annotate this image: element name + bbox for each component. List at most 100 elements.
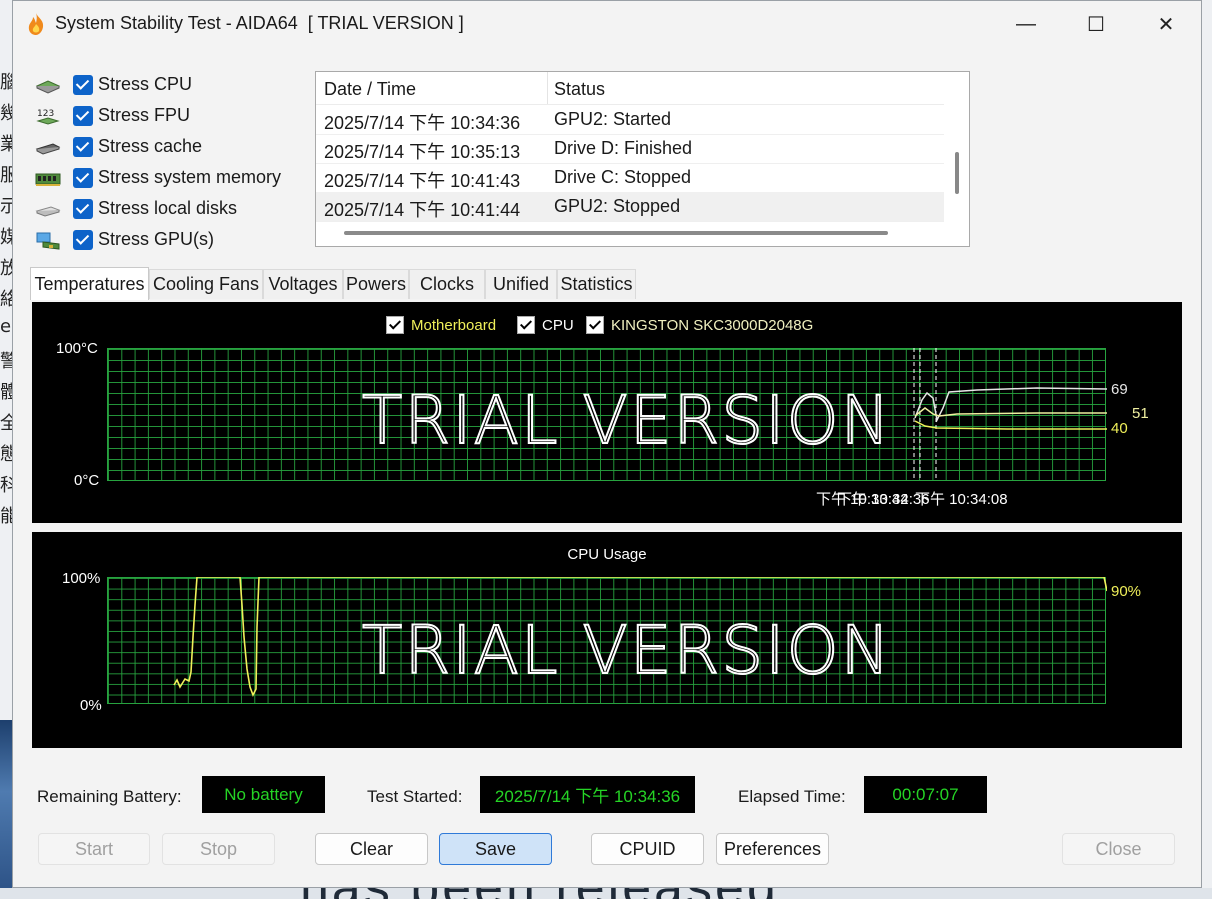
desktop-glyph: 絡 xyxy=(0,289,12,310)
desktop-glyph: 科 xyxy=(0,475,12,496)
log-vertical-scrollbar[interactable] xyxy=(955,152,959,194)
tab-temperatures[interactable]: Temperatures xyxy=(30,267,149,300)
desktop-background-text: has been released xyxy=(300,888,779,899)
stress-gpu-checkbox[interactable] xyxy=(73,230,93,250)
minimize-button[interactable]: — xyxy=(991,1,1061,47)
clear-button[interactable]: Clear xyxy=(315,833,428,865)
ssd-temp-value: 51 xyxy=(1132,405,1149,422)
window-title: System Stability Test - AIDA64 [ TRIAL V… xyxy=(55,13,464,33)
stress-cache-checkbox[interactable] xyxy=(73,137,93,157)
log-row-selected[interactable]: 2025/7/14 下午 10:41:44 GPU2: Stopped xyxy=(316,192,944,222)
desktop-right-strip xyxy=(1202,0,1212,899)
log-header-datetime[interactable]: Date / Time xyxy=(324,79,416,100)
log-row-time: 2025/7/14 下午 10:34:36 xyxy=(324,113,521,133)
svg-text:123: 123 xyxy=(37,109,54,119)
trial-watermark: TRIAL VERSION xyxy=(361,381,892,460)
legend-cpu[interactable]: CPU xyxy=(517,316,574,334)
stress-cache-label: Stress cache xyxy=(98,136,203,156)
stress-options-list: Stress CPU 123 Stress FPU Stress cache S… xyxy=(35,71,305,257)
elapsed-time-label: Elapsed Time: xyxy=(738,787,846,806)
close-window-button[interactable]: ✕ xyxy=(1131,1,1201,47)
desktop-glyph: 服 xyxy=(0,165,12,186)
cache-icon xyxy=(35,143,61,155)
tab-cooling-fans[interactable]: Cooling Fans xyxy=(149,269,263,299)
start-button[interactable]: Start xyxy=(38,833,150,865)
time-label: 下午 10:34:08 xyxy=(915,491,1008,508)
stress-gpu-option[interactable]: Stress GPU(s) xyxy=(35,226,305,257)
stress-cpu-checkbox[interactable] xyxy=(73,75,93,95)
tab-voltages[interactable]: Voltages xyxy=(263,269,343,299)
aida64-flame-icon xyxy=(28,13,44,35)
legend-kingston-label: KINGSTON SKC3000D2048G xyxy=(611,316,814,334)
fpu-icon: 123 xyxy=(36,109,60,125)
log-header-status[interactable]: Status xyxy=(554,79,605,100)
disk-icon xyxy=(35,206,61,217)
stop-button[interactable]: Stop xyxy=(162,833,275,865)
temp-y-max-label: 100°C xyxy=(56,340,98,357)
desktop-glyph: 全 xyxy=(0,413,12,434)
desktop-glyph: 腦 xyxy=(0,72,12,93)
stress-cpu-label: Stress CPU xyxy=(98,74,193,94)
cpu-usage-graph: CPU Usage 100% 0% TRIAL VERSION 90% xyxy=(32,532,1182,748)
tab-unified[interactable]: Unified xyxy=(485,269,557,299)
ssd-temp-line xyxy=(914,407,1107,417)
maximize-button[interactable]: ☐ xyxy=(1061,1,1131,47)
battery-value: No battery xyxy=(202,776,325,813)
log-row[interactable]: 2025/7/14 下午 10:35:13 Drive D: Finished xyxy=(316,134,944,164)
test-started-value: 2025/7/14 下午 10:34:36 xyxy=(480,776,695,813)
battery-label: Remaining Battery: xyxy=(37,787,182,806)
log-row-status: GPU2: Started xyxy=(554,109,672,129)
desktop-glyph: 態 xyxy=(0,444,12,465)
tab-powers[interactable]: Powers xyxy=(343,269,409,299)
stability-test-window: System Stability Test - AIDA64 [ TRIAL V… xyxy=(12,0,1202,888)
stress-gpu-label: Stress GPU(s) xyxy=(98,229,215,249)
event-log-table[interactable]: Date / Time Status 2025/7/14 下午 10:34:36… xyxy=(315,71,970,247)
stress-memory-checkbox[interactable] xyxy=(73,168,93,188)
stress-disks-option[interactable]: Stress local disks xyxy=(35,195,305,226)
cpu-y-min-label: 0% xyxy=(80,697,102,714)
desktop-glyph: 放 xyxy=(0,258,12,279)
stress-cache-option[interactable]: Stress cache xyxy=(35,133,305,164)
desktop-glyph: 幾 xyxy=(0,103,12,124)
log-horizontal-scrollbar[interactable] xyxy=(344,231,888,235)
legend-cpu-checkbox[interactable] xyxy=(517,316,535,334)
log-row[interactable]: 2025/7/14 下午 10:34:36 GPU2: Started xyxy=(316,105,944,135)
tab-statistics[interactable]: Statistics xyxy=(557,269,636,299)
tab-clocks[interactable]: Clocks xyxy=(409,269,485,299)
stress-fpu-checkbox[interactable] xyxy=(73,106,93,126)
legend-motherboard[interactable]: Motherboard xyxy=(386,316,496,334)
cpuid-button[interactable]: CPUID xyxy=(591,833,704,865)
cpu-chip-icon xyxy=(35,80,61,94)
save-button[interactable]: Save xyxy=(439,833,552,865)
log-row-time: 2025/7/14 下午 10:35:13 xyxy=(324,142,521,162)
desktop-glyph: 警 xyxy=(0,351,12,372)
memory-icon xyxy=(35,173,61,186)
elapsed-time-value: 00:07:07 xyxy=(864,776,987,813)
motherboard-temp-value: 40 xyxy=(1111,420,1128,437)
log-row-status: GPU2: Stopped xyxy=(554,196,681,216)
log-column-divider[interactable] xyxy=(547,72,548,104)
cpu-usage-value: 90% xyxy=(1111,583,1142,600)
stress-cpu-option[interactable]: Stress CPU xyxy=(35,71,305,102)
cpu-temp-value: 69 xyxy=(1111,381,1128,398)
stress-disks-label: Stress local disks xyxy=(98,198,238,218)
close-button[interactable]: Close xyxy=(1062,833,1175,865)
temperature-graph: Motherboard CPU KINGSTON SKC3000D2048G 1… xyxy=(32,302,1182,523)
stress-disks-checkbox[interactable] xyxy=(73,199,93,219)
stress-fpu-option[interactable]: 123 Stress FPU xyxy=(35,102,305,133)
desktop-bottom-strip: has been released xyxy=(0,888,1212,899)
desktop-left-text: 腦 幾 業 服 示 媒 放 絡 ec 警 體 全 態 科 能 xyxy=(0,68,12,533)
legend-motherboard-label: Motherboard xyxy=(411,316,497,334)
title-bar[interactable]: System Stability Test - AIDA64 [ TRIAL V… xyxy=(13,1,1201,47)
log-row[interactable]: 2025/7/14 下午 10:41:43 Drive C: Stopped xyxy=(316,163,944,193)
log-row-time: 2025/7/14 下午 10:41:44 xyxy=(324,200,521,220)
desktop-glyph: ec xyxy=(0,316,12,337)
legend-motherboard-checkbox[interactable] xyxy=(386,316,404,334)
legend-kingston-ssd[interactable]: KINGSTON SKC3000D2048G xyxy=(586,316,813,334)
stress-memory-option[interactable]: Stress system memory xyxy=(35,164,305,195)
stress-fpu-label: Stress FPU xyxy=(98,105,191,125)
temp-y-min-label: 0°C xyxy=(74,472,100,489)
desktop-glyph: 能 xyxy=(0,506,12,527)
preferences-button[interactable]: Preferences xyxy=(716,833,829,865)
legend-kingston-checkbox[interactable] xyxy=(586,316,604,334)
